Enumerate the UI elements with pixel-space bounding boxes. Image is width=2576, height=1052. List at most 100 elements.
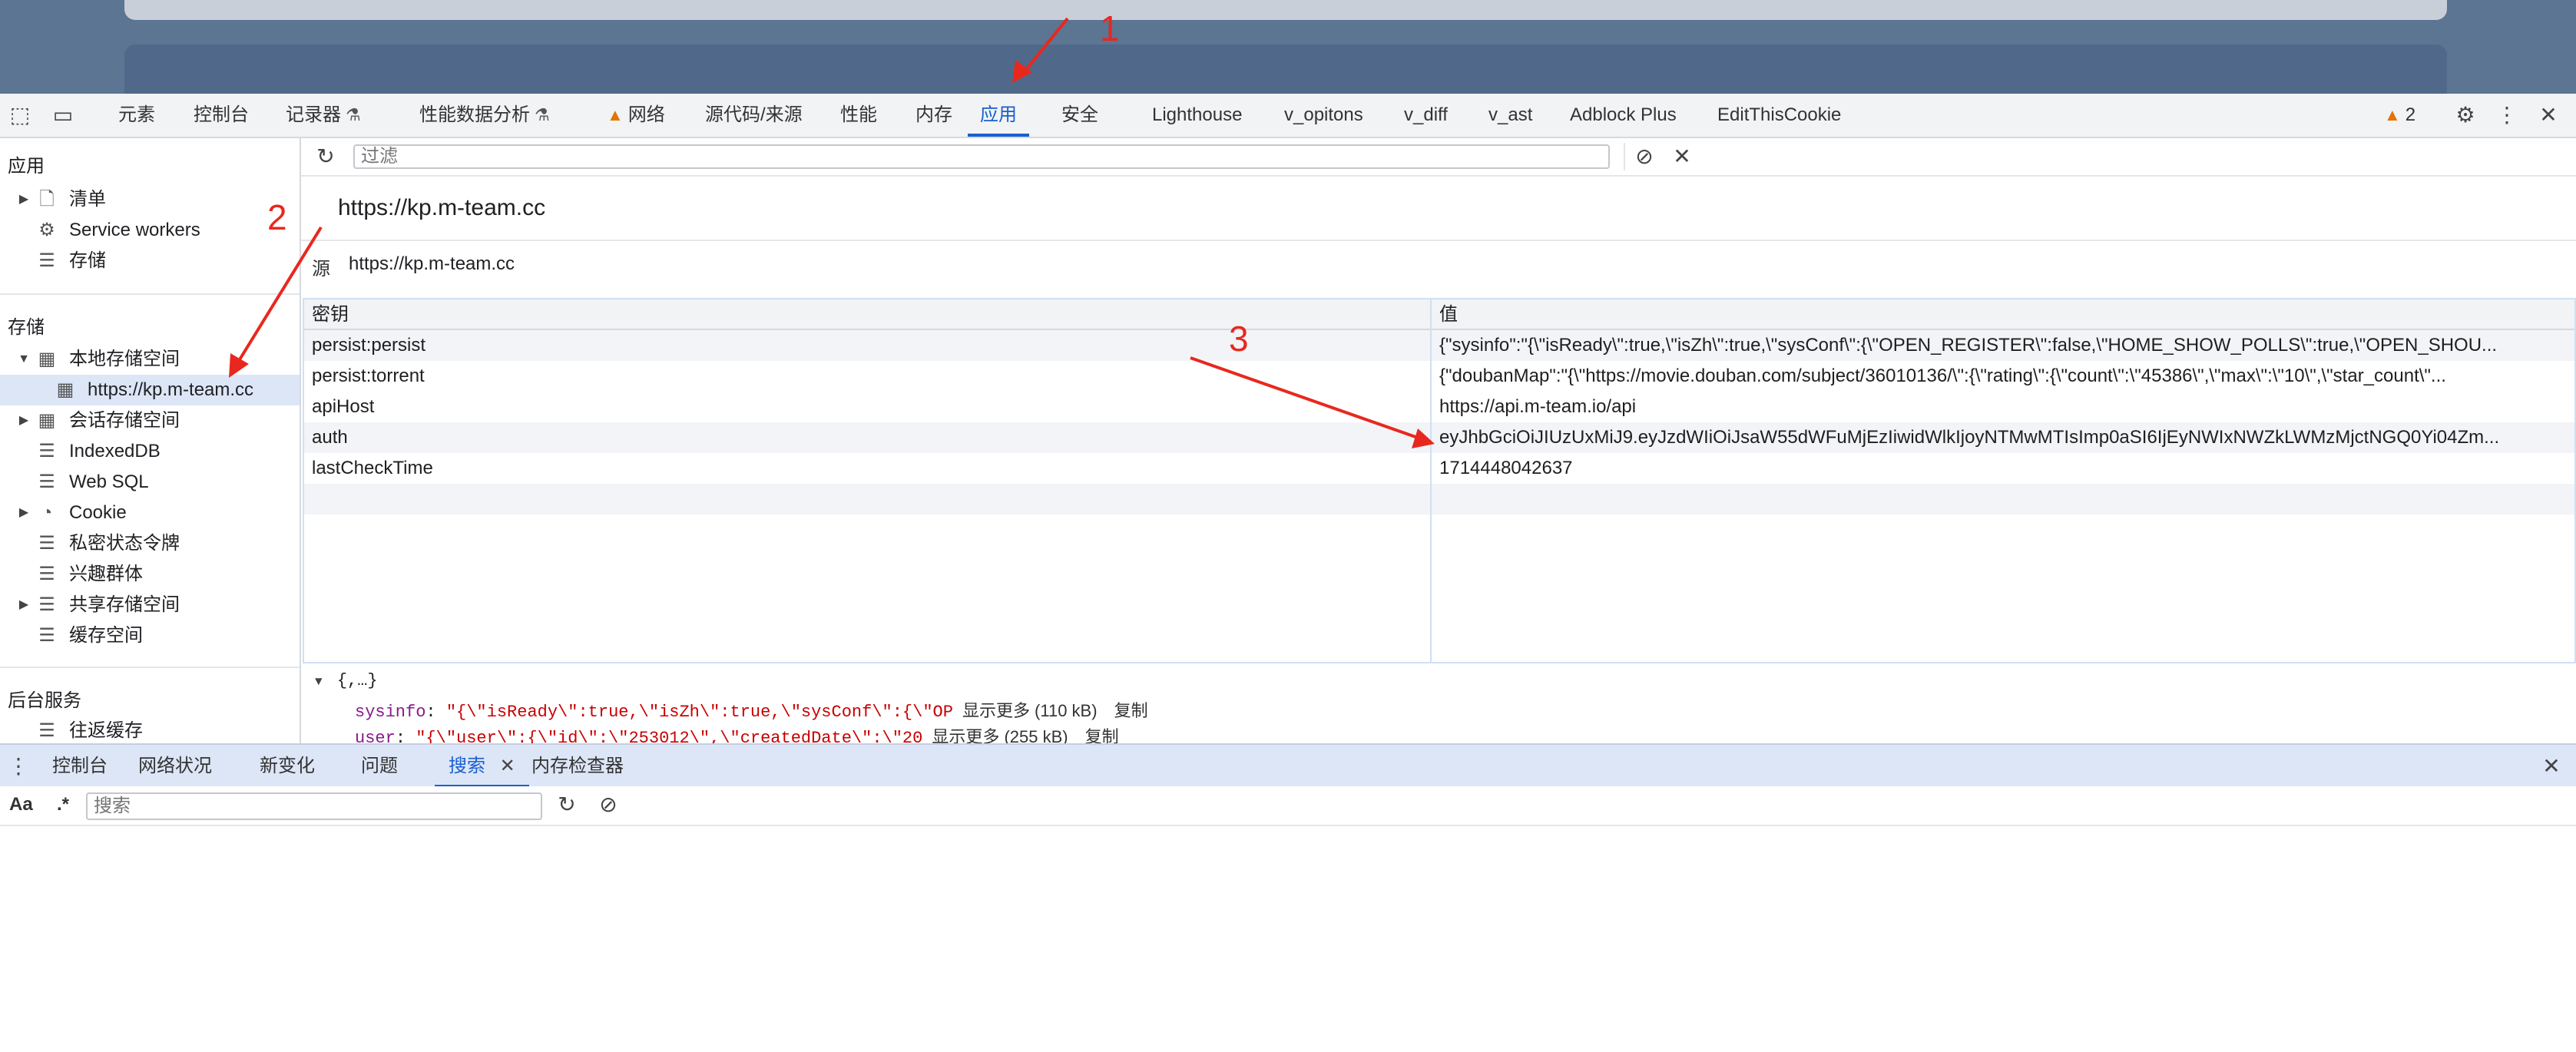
sidebar-item-session-storage[interactable]: ▶ ▦ 会话存储空间 <box>0 405 300 436</box>
inspect-element-icon[interactable]: ⬚ <box>6 101 34 129</box>
preview-line: user: "{\"user\":{\"id\":\"253012\",\"cr… <box>355 723 1119 743</box>
drawer-tab-search[interactable]: 搜索 ✕ <box>435 745 529 788</box>
gear-icon[interactable]: ⚙ <box>2452 101 2479 129</box>
collapse-arrow-icon[interactable]: ▼ <box>315 675 323 689</box>
column-header-key[interactable]: 密钥 <box>304 299 1430 330</box>
refresh-icon[interactable]: ↻ <box>553 791 581 819</box>
preview-root-label: {,…} <box>336 671 378 690</box>
tab-editthiscookie[interactable]: EditThisCookie <box>1714 94 1844 137</box>
sidebar-item-local-storage-origin[interactable]: ▦ https://kp.m-team.cc <box>0 375 300 405</box>
expand-arrow-icon[interactable]: ▶ <box>17 498 31 528</box>
device-toolbar-icon[interactable]: ▭ <box>49 101 77 129</box>
tab-adblock-plus[interactable]: Adblock Plus <box>1567 94 1680 137</box>
database-icon: ☰ <box>38 594 55 615</box>
sidebar-item-label: Web SQL <box>69 471 149 492</box>
sidebar-item-interest-groups[interactable]: ☰ 兴趣群体 <box>0 559 300 590</box>
preview-value: "{\"user\":{\"id\":\"253012\",\"createdD… <box>416 729 923 743</box>
sidebar-item-manifest[interactable]: ▶ 🗋 清单 <box>0 184 300 215</box>
column-header-value[interactable]: 值 <box>1432 299 2574 330</box>
warning-icon: ▲ <box>607 105 624 124</box>
row-value: eyJhbGciOiJIUzUxMiJ9.eyJzdWIiOiJsaW55dWF… <box>1439 427 2500 448</box>
annotation-label-3: 3 <box>1229 319 1249 359</box>
tab-console[interactable]: 控制台 <box>190 94 252 137</box>
drawer-tab-issues[interactable]: 问题 <box>361 745 398 788</box>
search-input[interactable] <box>86 792 542 820</box>
sidebar-item-private-state-tokens[interactable]: ☰ 私密状态令牌 <box>0 528 300 559</box>
tab-v-ast[interactable]: v_ast <box>1485 94 1535 137</box>
more-options-icon[interactable]: ⋮ <box>2493 101 2521 129</box>
column-divider[interactable] <box>1430 299 1432 662</box>
table-row[interactable]: auth eyJhbGciOiJIUzUxMiJ9.eyJzdWIiOiJsaW… <box>304 422 2574 453</box>
row-value: 1714448042637 <box>1439 458 1573 478</box>
more-options-icon[interactable]: ⋮ <box>5 753 32 780</box>
table-row[interactable]: lastCheckTime 1714448042637 <box>304 453 2574 484</box>
preview-key: user <box>355 729 396 743</box>
divider <box>0 667 300 668</box>
sidebar-item-cookie[interactable]: ▶ ◔ Cookie <box>0 498 300 528</box>
clear-icon[interactable]: ⊘ <box>594 791 622 819</box>
drawer-tab-network-conditions[interactable]: 网络状况 <box>138 745 212 788</box>
sidebar-item-local-storage[interactable]: ▼ ▦ 本地存储空间 <box>0 344 300 375</box>
sidebar-item-cache-storage[interactable]: ☰ 缓存空间 <box>0 620 300 651</box>
drawer-tab-memory-inspector[interactable]: 内存检查器 <box>531 745 624 788</box>
tab-memory[interactable]: 内存 <box>912 94 955 137</box>
document-icon: 🗋 <box>39 189 55 210</box>
sidebar-item-label: 会话存储空间 <box>69 410 180 431</box>
table-row[interactable]: persist:persist {"sysinfo":"{\"isReady\"… <box>304 330 2574 361</box>
issues-counter[interactable]: ▲ 2 <box>2381 94 2419 137</box>
delete-selected-icon[interactable]: ✕ <box>1668 143 1696 170</box>
close-icon[interactable]: ✕ <box>500 756 515 776</box>
collapse-arrow-icon[interactable]: ▼ <box>17 344 31 375</box>
close-icon[interactable]: ✕ <box>2535 101 2562 129</box>
drawer-tab-whats-new[interactable]: 新变化 <box>260 745 315 788</box>
tab-network[interactable]: ▲ 网络 <box>604 94 668 137</box>
close-drawer-icon[interactable]: ✕ <box>2538 753 2565 780</box>
sidebar-item-label: 共享存储空间 <box>69 594 180 615</box>
page-viewport <box>0 0 2576 94</box>
sidebar-item-storage[interactable]: ☰ 存储 <box>0 246 300 276</box>
tab-security[interactable]: 安全 <box>1058 94 1101 137</box>
clear-all-icon[interactable]: ⊘ <box>1624 143 1664 170</box>
tab-elements[interactable]: 元素 <box>115 94 158 137</box>
match-case-button[interactable]: Aa <box>9 794 33 815</box>
tab-v-opitons[interactable]: v_opitons <box>1281 94 1366 137</box>
filter-input[interactable] <box>353 144 1610 169</box>
tab-sources[interactable]: 源代码/来源 <box>702 94 806 137</box>
annotation-label-1: 1 <box>1100 8 1120 48</box>
search-toolbar: Aa .* ↻ ⊘ <box>0 786 2576 826</box>
expand-arrow-icon[interactable]: ▶ <box>17 405 31 436</box>
preview-root[interactable]: ▼ {,…} <box>315 671 378 690</box>
expand-arrow-icon[interactable]: ▶ <box>17 590 31 620</box>
expand-arrow-icon[interactable]: ▶ <box>17 184 31 215</box>
row-key: auth <box>312 427 348 448</box>
refresh-icon[interactable]: ↻ <box>312 143 339 170</box>
show-more-button[interactable]: 显示更多 (110 kB) <box>962 701 1098 720</box>
table-row[interactable]: apiHost https://api.m-team.io/api <box>304 392 2574 422</box>
copy-button[interactable]: 复制 <box>1085 727 1119 743</box>
sidebar-item-indexeddb[interactable]: ☰ IndexedDB <box>0 436 300 467</box>
drawer-tab-console[interactable]: 控制台 <box>52 745 108 788</box>
tab-performance-insights[interactable]: 性能数据分析 ⚗ <box>416 94 553 137</box>
table-row-empty[interactable] <box>304 484 2574 514</box>
cookie-icon: ◔ <box>41 502 53 523</box>
sidebar-item-label: 存储 <box>69 250 106 271</box>
tab-recorder[interactable]: 记录器 ⚗ <box>283 94 364 137</box>
drawer-tab-label: 搜索 <box>449 756 485 776</box>
sidebar-item-shared-storage[interactable]: ▶ ☰ 共享存储空间 <box>0 590 300 620</box>
show-more-button[interactable]: 显示更多 (255 kB) <box>932 727 1068 743</box>
row-key: persist:torrent <box>312 366 425 386</box>
section-title-storage: 存储 <box>8 317 45 338</box>
tab-application[interactable]: 应用 <box>968 94 1029 137</box>
database-icon: ☰ <box>38 625 55 646</box>
copy-button[interactable]: 复制 <box>1114 701 1148 720</box>
sidebar-item-service-workers[interactable]: ⚙ Service workers <box>0 215 300 246</box>
tab-v-diff[interactable]: v_diff <box>1401 94 1451 137</box>
tab-lighthouse[interactable]: Lighthouse <box>1149 94 1245 137</box>
table-row[interactable]: persist:torrent {"doubanMap":"{\"https:/… <box>304 361 2574 392</box>
regex-button[interactable]: .* <box>57 794 69 815</box>
sidebar-item-label: https://kp.m-team.cc <box>88 379 254 400</box>
sidebar-item-back-forward-cache[interactable]: ☰ 往返缓存 <box>0 716 300 743</box>
section-title-background-services: 后台服务 <box>8 690 81 711</box>
tab-performance[interactable]: 性能 <box>837 94 880 137</box>
sidebar-item-web-sql[interactable]: ☰ Web SQL <box>0 467 300 498</box>
